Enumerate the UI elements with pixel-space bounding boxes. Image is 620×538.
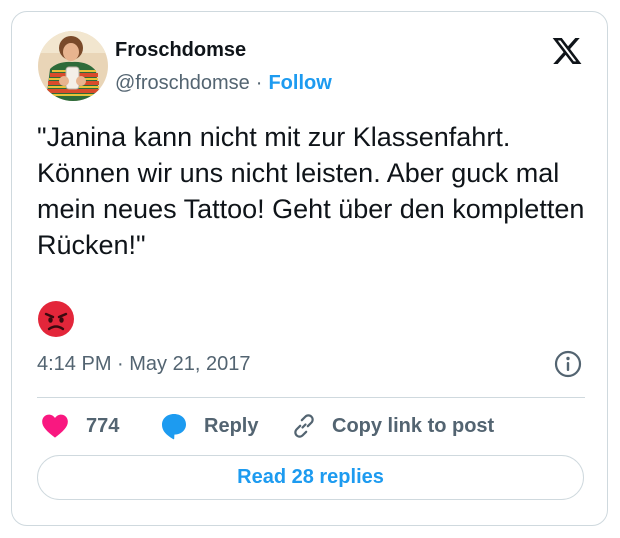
reply-label: Reply bbox=[204, 414, 259, 437]
like-button[interactable]: 774 bbox=[41, 412, 119, 440]
author-handle-row: @froschdomse · Follow bbox=[115, 71, 332, 95]
read-replies-button[interactable]: Read 28 replies bbox=[37, 455, 584, 500]
tweet-card: Froschdomse @froschdomse · Follow "Janina … bbox=[11, 11, 608, 526]
link-icon bbox=[294, 414, 314, 438]
follow-button[interactable]: Follow bbox=[268, 72, 331, 94]
handle-separator: · bbox=[255, 72, 263, 94]
action-bar: 774 Reply Copy link to post bbox=[37, 412, 585, 440]
like-count: 774 bbox=[86, 414, 120, 437]
copy-link-button[interactable]: Copy link to post bbox=[290, 412, 494, 440]
author-handle[interactable]: @froschdomse bbox=[115, 72, 250, 94]
author-avatar[interactable] bbox=[38, 31, 108, 101]
reply-button[interactable]: Reply bbox=[160, 412, 258, 440]
x-logo-icon[interactable] bbox=[551, 35, 583, 67]
profile-photo-avatar bbox=[38, 31, 108, 101]
author-display-name[interactable]: Froschdomse bbox=[115, 38, 246, 62]
heart-icon bbox=[42, 414, 68, 438]
copy-link-label: Copy link to post bbox=[332, 414, 495, 437]
info-icon[interactable] bbox=[553, 349, 583, 379]
tweet-text: "Janina kann nicht mit zur Klassenfahrt.… bbox=[37, 122, 585, 260]
divider bbox=[37, 397, 585, 398]
reply-bubble-icon bbox=[162, 414, 186, 440]
angry-face-emoji bbox=[37, 300, 75, 338]
tweet-timestamp[interactable]: 4:14 PM · May 21, 2017 bbox=[37, 352, 250, 376]
